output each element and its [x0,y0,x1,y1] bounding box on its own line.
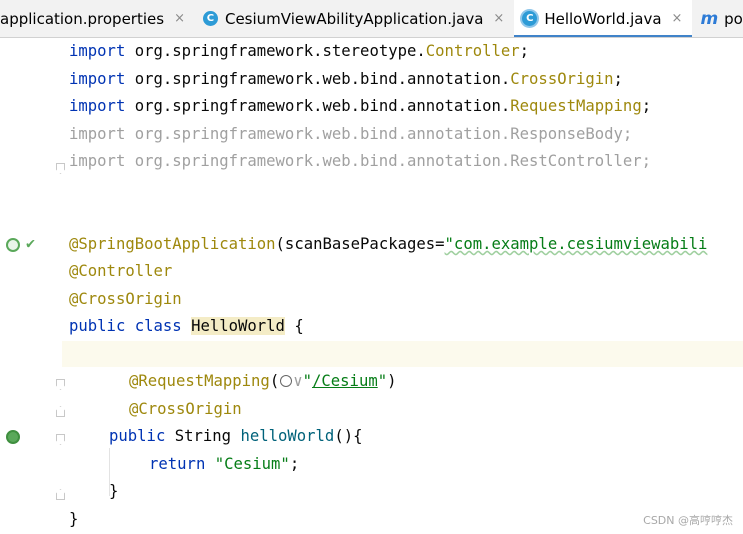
tab-hello-world[interactable]: C HelloWorld.java × [514,0,693,37]
close-icon[interactable]: × [672,11,683,26]
code-line-requestmapping: @RequestMapping(∨"/Cesium") [129,372,397,390]
code-line-controller-annotation: @Controller [69,262,173,280]
code-line-method-crossorigin: @CrossOrigin [129,400,242,418]
tab-application-properties[interactable]: application.properties × [0,0,195,37]
close-icon[interactable]: × [174,11,185,26]
code-line-import-crossorigin: import org.springframework.web.bind.anno… [69,70,623,88]
tab-cesium-view-ability-application[interactable]: C CesiumViewAbilityApplication.java × [195,0,514,37]
editor-tab-bar: application.properties × C CesiumViewAbi… [0,0,743,38]
tab-pom[interactable]: m po [692,0,743,37]
code-line-crossorigin-annotation: @CrossOrigin [69,290,182,308]
spring-bean-icon[interactable] [6,238,20,252]
code-line-springbootapplication: @SpringBootApplication(scanBasePackages=… [69,235,708,253]
watermark: CSDN @高哼哼杰 [643,514,733,527]
code-line-unused-import-restcontroller: import org.springframework.web.bind.anno… [69,152,652,170]
editor-gutter: ✔ [0,38,65,534]
maven-m-icon: m [700,8,719,29]
request-mapping-gutter-icon[interactable] [6,430,20,444]
current-line-highlight [62,341,743,367]
code-line-unused-import-responsebody: import org.springframework.web.bind.anno… [69,125,633,143]
code-line-method-close: } [109,482,119,500]
java-class-icon: C [522,11,538,26]
tab-label: CesiumViewAbilityApplication.java [224,9,484,28]
code-line-method-signature: public String helloWorld(){ [109,427,363,445]
code-line-class-declaration: public class HelloWorld { [69,317,304,335]
code-line-import-controller: import org.springframework.stereotype.Co… [69,42,530,60]
code-line-class-close: } [69,510,79,528]
tab-label: application.properties [0,9,165,28]
java-class-icon: C [202,11,218,26]
spring-boot-run-icon[interactable]: ✔ [26,236,42,251]
tab-label: po [724,9,743,28]
code-line-import-requestmapping: import org.springframework.web.bind.anno… [69,97,652,115]
chevron-down-icon[interactable]: ∨ [293,372,302,390]
globe-icon[interactable] [280,375,293,387]
code-line-return: return "Cesium"; [149,455,300,473]
close-icon[interactable]: × [493,11,504,26]
tab-label: HelloWorld.java [544,9,662,28]
code-editor[interactable]: import org.springframework.stereotype.Co… [62,38,743,534]
endpoint-link[interactable]: /Cesium [312,372,378,390]
